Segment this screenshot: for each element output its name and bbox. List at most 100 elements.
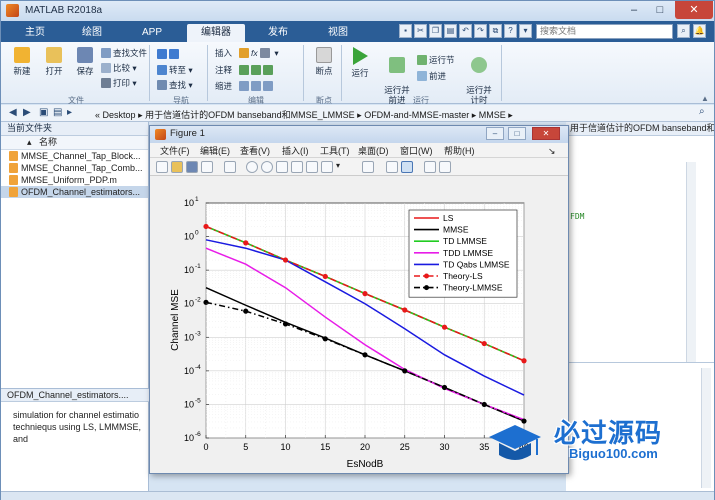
breadcrumb-item[interactable]: Desktop	[103, 110, 136, 120]
ribbon-divider	[149, 45, 150, 101]
search-folder-icon[interactable]: ⌕	[699, 106, 705, 117]
edit-plot-icon[interactable]	[224, 161, 236, 173]
compare-button[interactable]: 比较 ▾	[101, 62, 137, 74]
maximize-button[interactable]: □	[647, 1, 673, 19]
breadcrumb-item[interactable]: MMSE	[479, 110, 506, 120]
menu-tools[interactable]: 工具(T)	[320, 144, 350, 158]
brush-icon[interactable]	[321, 161, 333, 173]
save-quick-icon[interactable]: ▪	[399, 24, 412, 38]
tab-publish[interactable]: 发布	[251, 24, 305, 42]
collapse-ribbon-icon[interactable]: ▲	[701, 94, 709, 103]
figure-close-button[interactable]: ✕	[532, 127, 560, 140]
menu-file[interactable]: 文件(F)	[160, 144, 190, 158]
find-button[interactable]: 查找 ▾	[157, 79, 193, 91]
close-button[interactable]: ✕	[675, 1, 713, 19]
back-arrow-icon[interactable]: ◀	[9, 107, 17, 118]
open-button[interactable]: 打开	[39, 47, 69, 77]
open-file-icon[interactable]	[171, 161, 183, 173]
advance-label: 前进	[429, 71, 447, 81]
print-figure-icon[interactable]	[201, 161, 213, 173]
menu-window[interactable]: 窗口(W)	[400, 144, 433, 158]
file-name: MMSE_Channel_Tap_Comb...	[21, 163, 143, 173]
goto-button[interactable]: 转至 ▾	[157, 64, 193, 76]
quick-access-dropdown-icon[interactable]: ▾	[519, 24, 532, 38]
menu-edit[interactable]: 编辑(E)	[200, 144, 230, 158]
editor-scrollbar[interactable]	[686, 162, 696, 362]
run-section-button[interactable]: 运行节	[417, 54, 455, 66]
browse-folder-icon[interactable]: ▤	[53, 107, 62, 118]
breadcrumb-item[interactable]: OFDM-and-MMSE-master	[364, 110, 469, 120]
brush-dropdown-icon[interactable]: ▾	[336, 161, 348, 173]
undo-icon[interactable]: ↶	[459, 24, 472, 38]
new-button[interactable]: 新建	[7, 47, 37, 77]
minimize-button[interactable]: –	[621, 1, 647, 19]
show-plot-tools-icon[interactable]	[439, 161, 451, 173]
menu-insert[interactable]: 插入(I)	[282, 144, 309, 158]
breakpoints-button[interactable]: 断点	[309, 47, 339, 77]
zoom-in-icon[interactable]	[246, 161, 258, 173]
indent-tools[interactable]	[239, 80, 275, 92]
comment-button[interactable]: 注释	[215, 64, 232, 76]
advance-icon	[417, 71, 427, 81]
indent-button[interactable]: 缩进	[215, 80, 232, 92]
menu-dock-icon[interactable]: ↘	[548, 144, 556, 158]
menu-help[interactable]: 帮助(H)	[444, 144, 475, 158]
details-header[interactable]: OFDM_Channel_estimators....	[1, 388, 149, 402]
data-cursor-icon[interactable]	[306, 161, 318, 173]
tab-home[interactable]: 主页	[11, 24, 59, 42]
hide-plot-tools-icon[interactable]	[424, 161, 436, 173]
advance-button[interactable]: 前进	[417, 70, 446, 82]
run-button[interactable]: 运行	[345, 47, 375, 79]
x-tick-label: 30	[439, 442, 449, 452]
tab-apps[interactable]: APP	[125, 24, 179, 42]
insert-colorbar-icon[interactable]	[386, 161, 398, 173]
pan-icon[interactable]	[276, 161, 288, 173]
switch-windows-icon[interactable]: ⧉	[489, 24, 502, 38]
menu-view[interactable]: 查看(V)	[240, 144, 270, 158]
rotate-3d-icon[interactable]	[291, 161, 303, 173]
figure-maximize-button[interactable]: □	[508, 127, 526, 140]
insert-tools[interactable]: fx ▾	[239, 47, 279, 59]
name-column-header[interactable]: 名称 ▴	[1, 136, 148, 150]
new-figure-icon[interactable]	[156, 161, 168, 173]
y-tick-label: 10	[184, 299, 194, 309]
tab-editor[interactable]: 编辑器	[187, 24, 245, 42]
run-and-time-button[interactable]: 运行并 计时	[461, 47, 497, 105]
help-icon[interactable]: ?	[504, 24, 517, 38]
nav-back-forward[interactable]	[157, 48, 181, 60]
tab-plots[interactable]: 绘图	[65, 24, 119, 42]
save-button[interactable]: 保存	[71, 47, 99, 77]
menu-desktop[interactable]: 桌面(D)	[358, 144, 389, 158]
breadcrumb-overflow[interactable]: «	[95, 110, 100, 120]
search-documentation-input[interactable]: 搜索文档	[536, 24, 673, 39]
cut-icon[interactable]: ✂	[414, 24, 427, 38]
breadcrumb-item[interactable]: 用于信道估计的OFDM banseband和MMSE_LMMSE	[145, 110, 355, 120]
file-list-item[interactable]: MMSE_Uniform_PDP.m	[1, 174, 148, 186]
copy-icon[interactable]: ❐	[429, 24, 442, 38]
fx-icon[interactable]: fx	[251, 48, 258, 58]
figure-minimize-button[interactable]: –	[486, 127, 504, 140]
link-plot-icon[interactable]	[362, 161, 374, 173]
file-list-item-selected[interactable]: OFDM_Channel_estimators...	[1, 186, 148, 198]
redo-icon[interactable]: ↷	[474, 24, 487, 38]
forward-arrow-icon[interactable]: ▶	[23, 107, 31, 118]
legend[interactable]: LS MMSETD LMMSE TDD LMMSETD Qabs LMMSE Theo…	[408, 209, 518, 298]
file-list-item[interactable]: MMSE_Channel_Tap_Block...	[1, 150, 148, 162]
folder-dropdown-icon[interactable]: ▸	[67, 107, 72, 118]
uncomment-icon	[251, 65, 261, 75]
notification-icon[interactable]: 🔔	[693, 24, 706, 38]
insert-button[interactable]: 插入	[215, 47, 232, 59]
print-button[interactable]: 打印 ▾	[101, 77, 137, 89]
search-icon[interactable]: ⌕	[677, 24, 690, 38]
paste-icon[interactable]: ▤	[444, 24, 457, 38]
file-list-item[interactable]: MMSE_Channel_Tap_Comb...	[1, 162, 148, 174]
tab-view[interactable]: 视图	[311, 24, 365, 42]
insert-legend-icon[interactable]	[401, 161, 413, 173]
zoom-out-icon[interactable]	[261, 161, 273, 173]
find-files-button[interactable]: 查找文件	[101, 47, 147, 59]
breadcrumb: « Desktop ▸ 用于信道估计的OFDM banseband和MMSE_L…	[95, 110, 513, 120]
save-figure-icon[interactable]	[186, 161, 198, 173]
comment-tools[interactable]	[239, 64, 275, 76]
status-bar	[1, 491, 714, 500]
up-folder-icon[interactable]: ▣	[39, 107, 48, 118]
